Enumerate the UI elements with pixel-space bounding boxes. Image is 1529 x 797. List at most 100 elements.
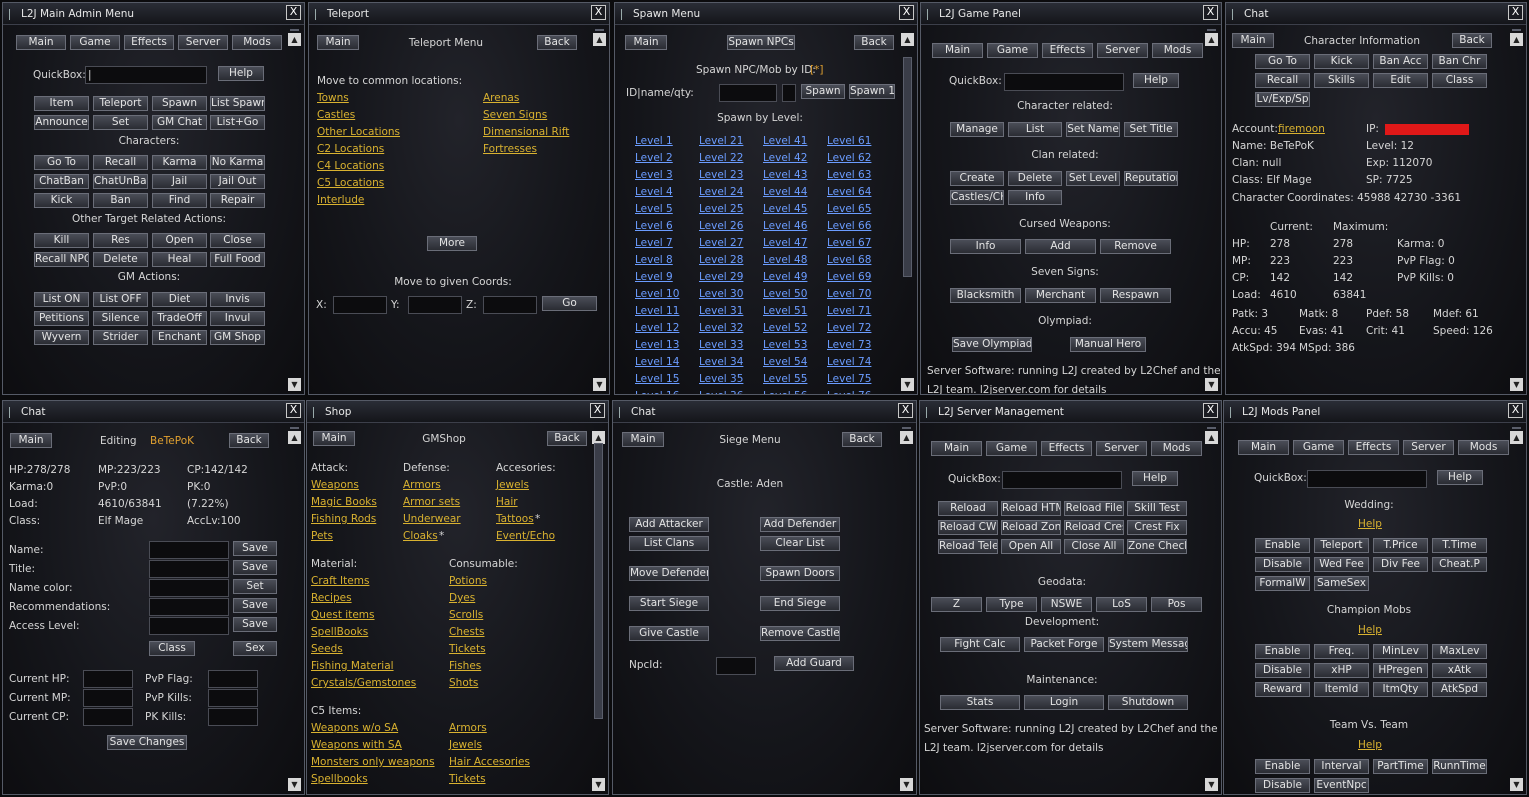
wed-div-fee-button[interactable]: Div Fee <box>1373 557 1428 572</box>
teleport-scroll-down-icon[interactable]: ▼ <box>593 378 606 391</box>
level-link-level-34[interactable]: Level 34 <box>699 356 743 369</box>
ci-kick-button[interactable]: Kick <box>1314 54 1369 69</box>
link-magic-books[interactable]: Magic Books <box>311 496 377 509</box>
level-link-level-76[interactable]: Level 76 <box>827 390 871 394</box>
link-weapons-w-o-sa[interactable]: Weapons w/o SA <box>311 722 398 735</box>
game-panel-scroll-down-icon[interactable]: ▼ <box>1205 378 1218 391</box>
level-link-level-50[interactable]: Level 50 <box>763 288 807 301</box>
maint-shutdown-button[interactable]: Shutdown <box>1108 695 1188 710</box>
teleport-button[interactable]: Teleport <box>93 96 148 111</box>
title-input[interactable] <box>149 560 229 578</box>
list-go-button[interactable]: List+Go <box>210 115 265 130</box>
announce-button[interactable]: Announce <box>34 115 89 130</box>
level-link-level-71[interactable]: Level 71 <box>827 305 871 318</box>
level-link-level-46[interactable]: Level 46 <box>763 220 807 233</box>
main-admin-titlebar[interactable]: L2J Main Admin Menu X <box>3 3 304 25</box>
char-info-scroll-down-icon[interactable]: ▼ <box>1510 378 1523 391</box>
tvt-enable-button[interactable]: Enable <box>1255 759 1310 774</box>
save-olympiad-button[interactable]: Save Olympiad <box>952 337 1032 352</box>
level-link-level-13[interactable]: Level 13 <box>635 339 679 352</box>
nav-effects-button[interactable]: Effects <box>124 35 174 50</box>
y-input[interactable] <box>408 296 462 314</box>
level-link-level-53[interactable]: Level 53 <box>763 339 807 352</box>
add-attacker-button[interactable]: Add Attacker <box>629 517 709 532</box>
level-link-level-27[interactable]: Level 27 <box>699 237 743 250</box>
back-button[interactable]: Back <box>229 433 269 448</box>
link-seven-signs[interactable]: Seven Signs <box>483 109 547 122</box>
nav-main-button[interactable]: Main <box>16 35 66 50</box>
level-link-level-66[interactable]: Level 66 <box>827 220 871 233</box>
shop-scroll-down-icon[interactable]: ▼ <box>592 778 605 791</box>
char-set-title-button[interactable]: Set Title <box>1124 122 1178 137</box>
dev-packet-forge-button[interactable]: Packet Forge <box>1024 637 1104 652</box>
level-link-level-11[interactable]: Level 11 <box>635 305 679 318</box>
geo-type-button[interactable]: Type <box>986 597 1037 612</box>
access-level-input[interactable] <box>149 617 229 635</box>
recall-npc-button[interactable]: Recall NPC <box>34 252 89 267</box>
shop-titlebar[interactable]: Shop X <box>307 401 608 423</box>
cursed-add-button[interactable]: Add <box>1025 239 1096 254</box>
link-quest-items[interactable]: Quest items <box>311 609 375 622</box>
champ-minlev-button[interactable]: MinLev <box>1373 644 1428 659</box>
geo-nswe-button[interactable]: NSWE <box>1041 597 1092 612</box>
tvt-runntime-button[interactable]: RunnTime <box>1432 759 1487 774</box>
siege-scroll-down-icon[interactable]: ▼ <box>900 778 913 791</box>
dev-fight-calc-button[interactable]: Fight Calc <box>940 637 1020 652</box>
siege-scroll-up-icon[interactable]: ▲ <box>900 431 913 444</box>
edit-char-scrollbar[interactable]: ▲ ▼ <box>288 427 302 791</box>
level-link-level-24[interactable]: Level 24 <box>699 186 743 199</box>
champ-maxlev-button[interactable]: MaxLev <box>1432 644 1487 659</box>
siege-titlebar[interactable]: Chat X <box>613 401 916 423</box>
mods-scrollbar[interactable]: ▲ ▼ <box>1510 427 1524 791</box>
petitions-button[interactable]: Petitions <box>34 311 89 326</box>
level-link-level-8[interactable]: Level 8 <box>635 254 673 267</box>
diet-button[interactable]: Diet <box>152 292 207 307</box>
link-event-echo[interactable]: Event/Echo <box>496 530 555 543</box>
clan-delete-button[interactable]: Delete <box>1008 171 1062 186</box>
maint-login-button[interactable]: Login <box>1024 695 1104 710</box>
level-link-level-67[interactable]: Level 67 <box>827 237 871 250</box>
char-set-name-button[interactable]: Set Name <box>1066 122 1120 137</box>
jail-button[interactable]: Jail <box>152 174 207 189</box>
add-defender-button[interactable]: Add Defender <box>760 517 840 532</box>
edit-char-titlebar[interactable]: Chat X <box>3 401 304 423</box>
cursed-remove-button[interactable]: Remove <box>1100 239 1171 254</box>
list-on-button[interactable]: List ON <box>34 292 89 307</box>
spawn-button[interactable]: Spawn <box>152 96 207 111</box>
list-spawns-button[interactable]: List Spawns <box>210 96 265 111</box>
champ-enable-button[interactable]: Enable <box>1255 644 1310 659</box>
level-link-level-35[interactable]: Level 35 <box>699 373 743 386</box>
quickbox-input[interactable] <box>1002 471 1122 489</box>
nav-game-button[interactable]: Game <box>1293 440 1344 455</box>
geo-z-button[interactable]: Z <box>931 597 982 612</box>
nav-game-button[interactable]: Game <box>987 43 1038 58</box>
remove-castle-button[interactable]: Remove Castle <box>760 626 840 641</box>
link-spellbooks[interactable]: Spellbooks <box>311 773 368 786</box>
back-button[interactable]: Back <box>854 35 894 50</box>
level-link-level-41[interactable]: Level 41 <box>763 135 807 148</box>
access-level-save-button[interactable]: Save <box>233 617 277 632</box>
mods-titlebar[interactable]: L2J Mods Panel X <box>1224 401 1526 423</box>
level-link-level-75[interactable]: Level 75 <box>827 373 871 386</box>
current-mp-input[interactable] <box>83 689 133 707</box>
level-link-level-9[interactable]: Level 9 <box>635 271 673 284</box>
level-link-level-16[interactable]: Level 16 <box>635 390 679 394</box>
back-button[interactable]: Back <box>1452 33 1492 48</box>
kill-button[interactable]: Kill <box>34 233 89 248</box>
edit-char-scroll-thumb[interactable] <box>290 427 299 429</box>
char-list-button[interactable]: List <box>1008 122 1062 137</box>
link-seeds[interactable]: Seeds <box>311 643 343 656</box>
main-admin-scroll-thumb[interactable] <box>290 29 299 31</box>
seven-respawn-button[interactable]: Respawn <box>1100 288 1171 303</box>
ci-recall-button[interactable]: Recall <box>1255 73 1310 88</box>
srv-crest-fix-button[interactable]: Crest Fix <box>1127 520 1187 535</box>
help-button[interactable]: Help <box>1133 73 1179 88</box>
link-hair[interactable]: Hair <box>496 496 518 509</box>
name-color-save-button[interactable]: Set <box>233 579 277 594</box>
char-info-scroll-up-icon[interactable]: ▲ <box>1510 33 1523 46</box>
main-button[interactable]: Main <box>625 35 667 50</box>
wyvern-button[interactable]: Wyvern <box>34 330 89 345</box>
spawn-button[interactable]: Spawn <box>801 84 845 99</box>
shop-scrollbar[interactable]: ▲ ▼ <box>592 427 606 791</box>
spawn-scrollbar[interactable]: ▲ ▼ <box>901 29 915 391</box>
